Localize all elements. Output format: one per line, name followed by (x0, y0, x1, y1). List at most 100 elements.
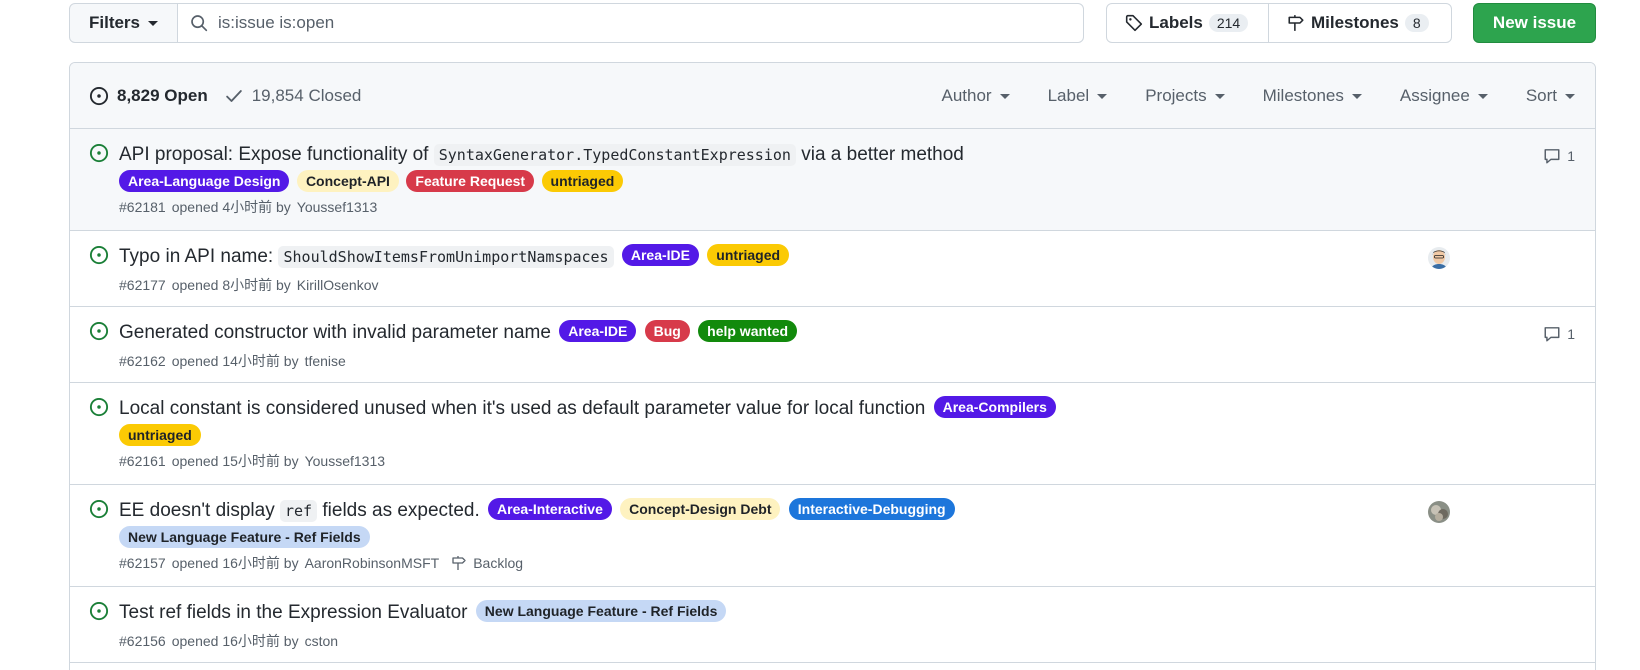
issue-label[interactable]: Bug (644, 320, 690, 342)
search-box (178, 4, 1083, 42)
milestone-icon (1288, 15, 1304, 31)
issue-title-link[interactable]: EE doesn't display ref fields as expecte… (119, 500, 480, 522)
author-filter[interactable]: Author (941, 86, 1010, 106)
issue-author-link[interactable]: Youssef1313 (297, 199, 377, 215)
issue-number: #62177 (119, 277, 166, 293)
issue-title: API proposal: Expose functionality of Sy… (119, 141, 1595, 169)
issue-opened-icon (89, 601, 109, 621)
issue-label[interactable]: Area-Language Design (119, 170, 290, 192)
avatar-image (1428, 247, 1450, 269)
chevron-down-icon (999, 93, 1010, 99)
issue-label[interactable]: New Language Feature - Ref Fields (119, 526, 370, 548)
issue-row: Test ref fields in the Expression Evalua… (70, 587, 1595, 663)
issue-number: #62157 (119, 555, 166, 571)
issue-opened-text: opened 14小时前 by (171, 353, 299, 369)
comments-link[interactable]: 1 (1543, 147, 1575, 165)
issue-opened-icon (89, 245, 109, 265)
issue-label[interactable]: Feature Request (406, 170, 535, 192)
issue-meta: #62177 opened 8小时前 by KirillOsenkov (119, 275, 1595, 295)
issue-title-text: fields as expected. (317, 500, 480, 521)
assignee-avatar[interactable] (1428, 247, 1450, 269)
issue-label[interactable]: untriaged (707, 244, 790, 266)
issue-label[interactable]: Area-Interactive (488, 498, 612, 520)
issue-meta: #62161 opened 15小时前 by Youssef1313 (119, 451, 1595, 471)
issue-label[interactable]: Area-IDE (621, 244, 700, 266)
filters-dropdown-button[interactable]: Filters (70, 4, 178, 42)
issue-opened-text: opened 16小时前 by (171, 633, 299, 649)
issue-opened-icon (89, 499, 109, 519)
issue-title: Local constant is considered unused when… (119, 395, 1595, 423)
issue-opened-icon (89, 321, 109, 341)
tag-icon (1125, 14, 1143, 32)
projects-filter[interactable]: Projects (1145, 86, 1225, 106)
issue-title-code: ref (280, 500, 318, 522)
labels-label: Labels (1149, 13, 1203, 32)
sort-filter[interactable]: Sort (1526, 86, 1575, 106)
new-issue-button[interactable]: New issue (1473, 3, 1596, 43)
issue-author-link[interactable]: cston (305, 633, 338, 649)
issue-label[interactable]: Concept-Design Debt (620, 498, 781, 520)
issue-row: API proposal: Expose functionality of Sy… (70, 129, 1595, 231)
issue-title-text: via a better method (795, 144, 964, 165)
issues-list-header: 8,829 Open 19,854 Closed Author Label Pr… (70, 63, 1595, 129)
issue-label[interactable]: untriaged (119, 424, 201, 446)
open-issues-tab[interactable]: 8,829 Open (89, 86, 208, 106)
labels-button[interactable]: Labels 214 (1107, 4, 1269, 42)
issue-title-link[interactable]: Local constant is considered unused when… (119, 398, 925, 419)
filter-search-group: Filters (69, 3, 1084, 43)
closed-issues-tab[interactable]: 19,854 Closed (224, 86, 361, 106)
issue-title-text: API proposal: Expose functionality of (119, 144, 434, 165)
chevron-down-icon (1477, 93, 1488, 99)
issue-label[interactable]: Area-Compilers (933, 396, 1056, 418)
issue-label[interactable]: untriaged (541, 170, 624, 192)
issue-opened-icon (89, 86, 109, 105)
comments-count: 1 (1567, 148, 1575, 164)
issue-author-link[interactable]: KirillOsenkov (297, 277, 379, 293)
issue-meta: #62156 opened 16小时前 by cston (119, 631, 1595, 651)
comments-link[interactable]: 1 (1543, 325, 1575, 343)
issue-label[interactable]: New Language Feature - Ref Fields (475, 600, 727, 622)
issue-title: Typo in API name: ShouldShowItemsFromUni… (119, 243, 1595, 271)
issue-title-link[interactable]: Typo in API name: ShouldShowItemsFromUni… (119, 246, 614, 268)
issue-author-link[interactable]: tfenise (305, 353, 346, 369)
issue-author-link[interactable]: AaronRobinsonMSFT (305, 555, 440, 571)
issue-title-text: Typo in API name: (119, 246, 279, 267)
issue-title: EE doesn't display ref fields as expecte… (119, 497, 1595, 525)
chevron-down-icon (1214, 93, 1225, 99)
issue-meta: #62157 opened 16小时前 by AaronRobinsonMSFT… (119, 553, 1595, 573)
issue-title-code: SyntaxGenerator.TypedConstantExpression (433, 144, 796, 166)
issue-label[interactable]: help wanted (698, 320, 798, 342)
issue-title-link[interactable]: Test ref fields in the Expression Evalua… (119, 602, 468, 623)
milestones-button[interactable]: Milestones 8 (1269, 4, 1447, 42)
issue-title-link[interactable]: Generated constructor with invalid param… (119, 322, 551, 343)
assignee-filter[interactable]: Assignee (1400, 86, 1488, 106)
milestones-count: 8 (1404, 14, 1429, 32)
issue-opened-icon (89, 143, 109, 163)
issue-number: #62156 (119, 633, 166, 649)
search-input[interactable] (218, 13, 1018, 33)
milestones-filter-label: Milestones (1262, 86, 1344, 105)
chevron-down-icon (1565, 93, 1575, 99)
author-filter-label: Author (941, 86, 992, 105)
milestones-filter[interactable]: Milestones (1263, 86, 1362, 106)
issue-title-link[interactable]: API proposal: Expose functionality of Sy… (119, 144, 964, 166)
chevron-down-icon (148, 20, 159, 26)
issue-title-text: EE doesn't display (119, 500, 280, 521)
issue-title: Generated constructor with invalid param… (119, 319, 1595, 347)
label-filter[interactable]: Label (1048, 86, 1108, 106)
assignee-avatar[interactable] (1428, 501, 1450, 523)
assignee-filter-label: Assignee (1399, 86, 1470, 105)
comment-icon (1544, 327, 1560, 342)
milestone-link[interactable]: Backlog (473, 555, 523, 571)
issue-author-link[interactable]: Youssef1313 (305, 453, 385, 469)
issue-number: #62181 (119, 199, 166, 215)
issue-meta: #62162 opened 14小时前 by tfenise (119, 351, 1595, 371)
issue-opened-icon (89, 397, 109, 417)
issue-label[interactable]: Interactive-Debugging (788, 498, 955, 520)
issue-labels: untriaged (119, 424, 1595, 447)
issue-row: EE doesn't display ref fields as expecte… (70, 485, 1595, 587)
issue-row: Local constant is considered unused when… (70, 383, 1595, 485)
milestone-icon (452, 556, 466, 570)
issue-label[interactable]: Area-IDE (559, 320, 637, 342)
issue-label[interactable]: Concept-API (296, 170, 399, 192)
